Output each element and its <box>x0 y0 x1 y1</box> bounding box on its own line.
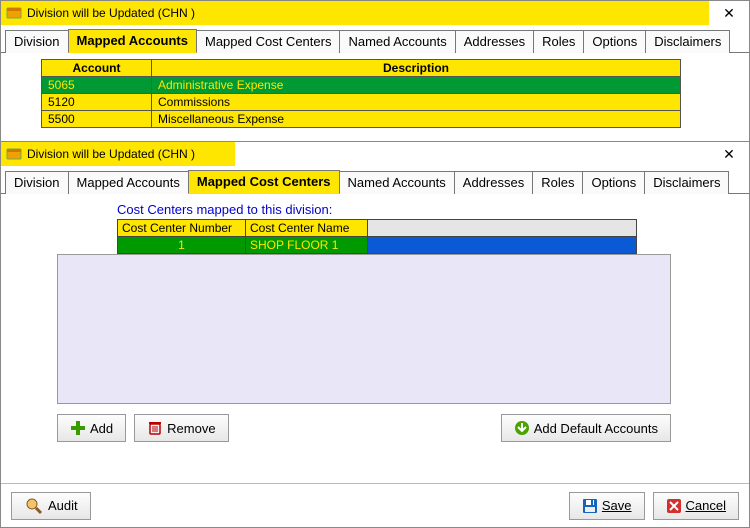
add-button[interactable]: Add <box>57 414 126 442</box>
audit-icon <box>24 496 44 516</box>
add-default-accounts-button[interactable]: Add Default Accounts <box>501 414 671 442</box>
front-close-button[interactable]: ✕ <box>709 142 749 166</box>
col-blank <box>368 220 637 237</box>
remove-label: Remove <box>167 421 215 436</box>
remove-button[interactable]: Remove <box>134 414 228 442</box>
back-titlebar: Division will be Updated (CHN ) ✕ <box>1 1 749 25</box>
bottom-bar: Audit Save Cancel <box>1 483 749 527</box>
tab-addresses[interactable]: Addresses <box>455 30 534 53</box>
table-row[interactable]: 5065 Administrative Expense <box>42 77 681 94</box>
tab-addresses[interactable]: Addresses <box>454 171 533 194</box>
col-account[interactable]: Account <box>42 60 152 77</box>
front-window: Division will be Updated (CHN ) ✕ Divisi… <box>1 141 749 527</box>
back-window-title: Division will be Updated (CHN ) <box>27 6 195 20</box>
tab-mapped-cost-centers[interactable]: Mapped Cost Centers <box>196 30 340 53</box>
front-titlebar: Division will be Updated (CHN ) <box>1 142 235 166</box>
accounts-grid[interactable]: Account Description 5065 Administrative … <box>41 59 741 128</box>
tab-options[interactable]: Options <box>583 30 646 53</box>
cost-centers-grid[interactable]: Cost Center Number Cost Center Name 1 SH… <box>117 219 637 254</box>
back-tabbar: Division Mapped Accounts Mapped Cost Cen… <box>1 25 749 53</box>
cost-centers-empty-area[interactable] <box>57 254 671 404</box>
col-description[interactable]: Description <box>152 60 681 77</box>
col-cc-number[interactable]: Cost Center Number <box>118 220 246 237</box>
table-row[interactable]: 1 SHOP FLOOR 1 <box>118 237 637 254</box>
tab-named-accounts[interactable]: Named Accounts <box>339 30 455 53</box>
tab-division[interactable]: Division <box>5 171 69 194</box>
col-cc-name[interactable]: Cost Center Name <box>246 220 368 237</box>
tab-disclaimers[interactable]: Disclaimers <box>644 171 729 194</box>
front-tabbar: Division Mapped Accounts Mapped Cost Cen… <box>1 166 749 194</box>
save-label: Save <box>602 498 632 513</box>
save-icon <box>582 498 598 514</box>
tab-disclaimers[interactable]: Disclaimers <box>645 30 730 53</box>
tab-roles[interactable]: Roles <box>533 30 584 53</box>
plus-icon <box>70 420 86 436</box>
tab-named-accounts[interactable]: Named Accounts <box>339 171 455 194</box>
tab-options[interactable]: Options <box>582 171 645 194</box>
table-row[interactable]: 5500 Miscellaneous Expense <box>42 111 681 128</box>
app-icon <box>5 145 23 163</box>
trash-icon <box>147 420 163 436</box>
download-icon <box>514 420 530 436</box>
audit-label: Audit <box>48 498 78 513</box>
cancel-label: Cancel <box>686 498 726 513</box>
add-label: Add <box>90 421 113 436</box>
cancel-button[interactable]: Cancel <box>653 492 739 520</box>
cancel-icon <box>666 498 682 514</box>
action-row: Add Remove Add Default Accounts <box>57 414 671 442</box>
table-row[interactable]: 5120 Commissions <box>42 94 681 111</box>
cost-centers-caption: Cost Centers mapped to this division: <box>117 202 739 217</box>
back-close-button[interactable]: ✕ <box>709 1 749 25</box>
add-default-label: Add Default Accounts <box>534 421 658 436</box>
audit-button[interactable]: Audit <box>11 492 91 520</box>
tab-mapped-accounts[interactable]: Mapped Accounts <box>68 29 197 53</box>
tab-mapped-cost-centers[interactable]: Mapped Cost Centers <box>188 170 340 194</box>
tab-division[interactable]: Division <box>5 30 69 53</box>
save-button[interactable]: Save <box>569 492 645 520</box>
front-window-title: Division will be Updated (CHN ) <box>27 147 195 161</box>
tab-mapped-accounts[interactable]: Mapped Accounts <box>68 171 189 194</box>
app-icon <box>5 4 23 22</box>
tab-roles[interactable]: Roles <box>532 171 583 194</box>
